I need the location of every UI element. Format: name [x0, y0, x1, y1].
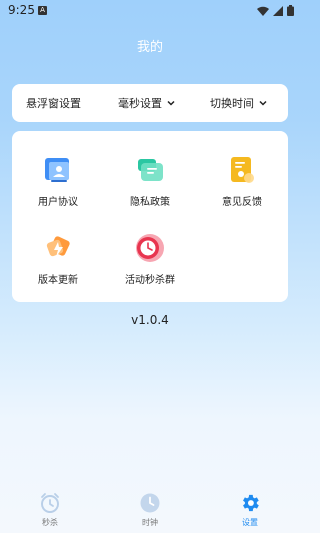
gear-icon [243, 494, 259, 512]
flash-sale-group-icon [136, 234, 164, 262]
tab-flash-sale[interactable]: 秒杀 [20, 492, 80, 528]
clock-icon [140, 493, 160, 513]
chevron-down-icon [167, 100, 175, 106]
menu-item-label: 用户协议 [38, 197, 78, 208]
feedback-icon [231, 157, 254, 183]
version-update-icon [46, 236, 70, 257]
tab-settings[interactable]: 设置 [220, 492, 280, 528]
status-bar: 9:25 A [0, 0, 300, 22]
tab-label: 秒杀 [42, 518, 58, 527]
app-notification-icon: A [38, 6, 47, 15]
menu-item-feedback[interactable]: 意见反馈 [202, 153, 282, 208]
tab-label: 设置 [242, 518, 258, 527]
chevron-down-icon [259, 100, 267, 106]
wifi-icon [257, 6, 269, 16]
status-icons [257, 5, 294, 16]
menu-item-flash-sale-group[interactable]: 活动秒杀群 [110, 231, 190, 286]
float-window-label: 悬浮窗设置 [26, 97, 81, 110]
switch-time-dropdown[interactable]: 切换时间 [210, 84, 268, 122]
ms-setting-label: 毫秒设置 [118, 97, 162, 110]
menu-item-label: 活动秒杀群 [125, 275, 175, 286]
menu-item-label: 隐私政策 [130, 197, 170, 208]
float-window-setting[interactable]: 悬浮窗设置 [26, 84, 81, 122]
tab-clock[interactable]: 时钟 [120, 492, 180, 528]
menu-item-version-update[interactable]: 版本更新 [18, 231, 98, 286]
status-time: 9:25 [8, 3, 35, 17]
bottom-tab-bar: 秒杀 时钟 设置 [0, 485, 300, 533]
ms-setting-dropdown[interactable]: 毫秒设置 [118, 84, 176, 122]
privacy-policy-icon [138, 159, 163, 181]
switch-time-label: 切换时间 [210, 97, 254, 110]
menu-item-user-agreement[interactable]: 用户协议 [18, 153, 98, 208]
menu-item-privacy-policy[interactable]: 隐私政策 [110, 153, 190, 208]
user-agreement-icon [45, 158, 69, 182]
page-title: 我的 [136, 40, 163, 55]
version-label: v1.0.4 [131, 313, 169, 327]
battery-icon [287, 5, 294, 16]
menu-card: 用户协议 隐私政策 意见反馈 版本更新 活动秒杀群 [12, 131, 288, 302]
menu-item-label: 版本更新 [38, 275, 78, 286]
signal-icon [273, 5, 283, 16]
alarm-clock-icon [41, 493, 59, 513]
tab-label: 时钟 [142, 518, 158, 527]
menu-item-label: 意见反馈 [222, 197, 262, 208]
settings-card: 悬浮窗设置 毫秒设置 切换时间 [12, 84, 288, 122]
